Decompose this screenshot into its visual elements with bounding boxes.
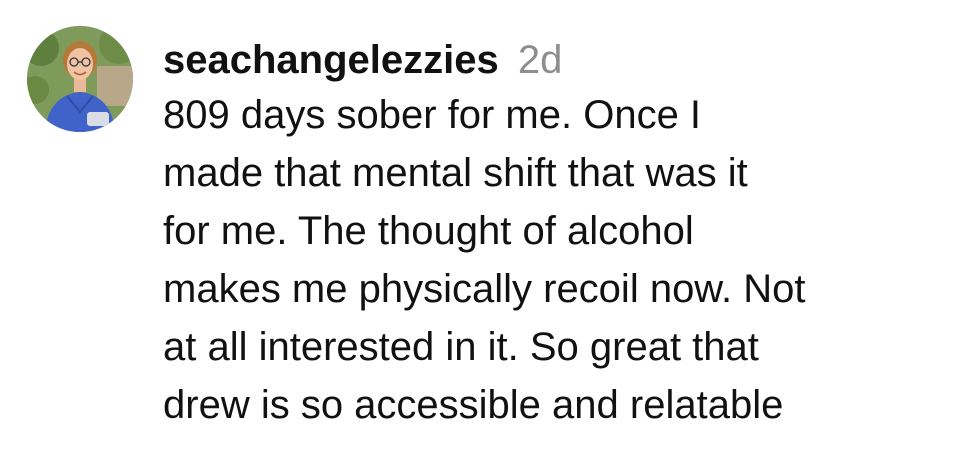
comment-timestamp[interactable]: 2d [518, 38, 563, 82]
comment-header: seachangelezzies 2d [163, 34, 963, 86]
avatar[interactable] [27, 26, 133, 132]
comment-text-line: made that mental shift that was it [163, 151, 748, 195]
username-link[interactable]: seachangelezzies [163, 38, 499, 82]
comment: seachangelezzies 2d 809 days sober for m… [0, 0, 980, 475]
comment-text-line: makes me physically recoil now. Not [163, 267, 806, 311]
comment-text-line: at all interested in it. So great that [163, 325, 759, 369]
comment-text-line: drew is so accessible and relatable [163, 383, 784, 427]
comment-content: seachangelezzies 2d 809 days sober for m… [163, 34, 963, 434]
comment-text-line: for me. The thought of alcohol [163, 209, 694, 253]
profile-photo-icon [27, 26, 133, 132]
comment-text-line: 809 days sober for me. Once I [163, 93, 702, 137]
comment-text: 809 days sober for me. Once I made that … [163, 86, 963, 434]
